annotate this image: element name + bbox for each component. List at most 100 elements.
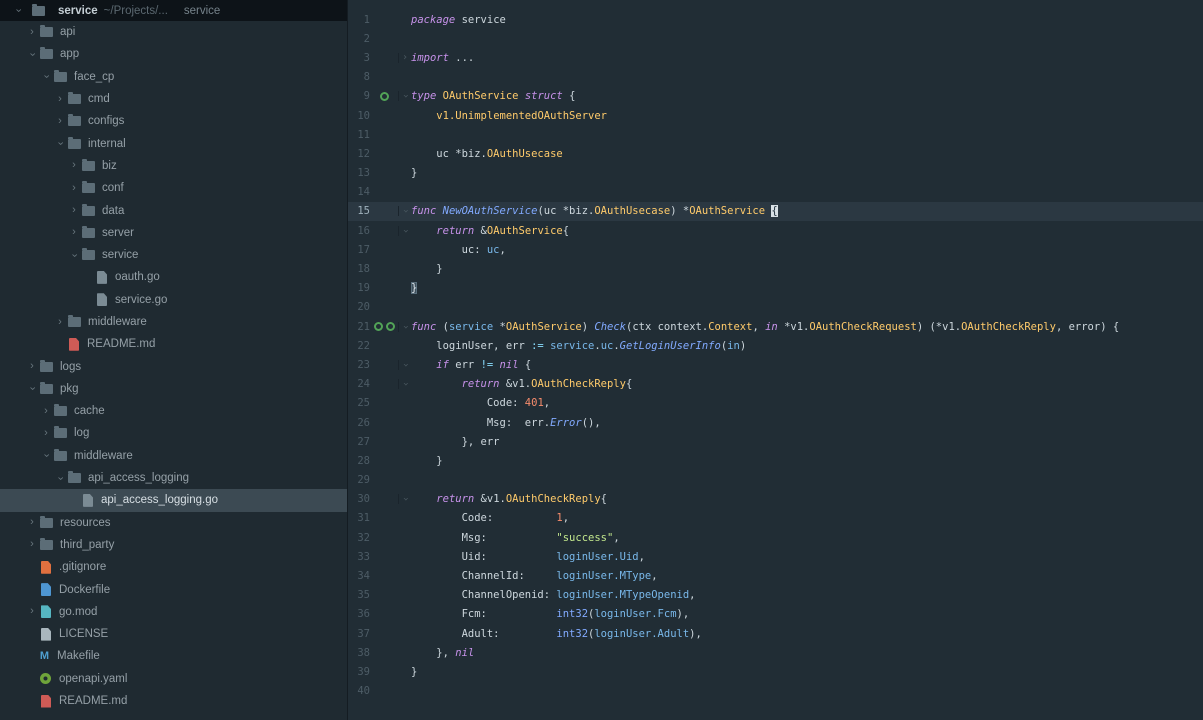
- line-number[interactable]: 3: [348, 52, 370, 64]
- fold-toggle-icon[interactable]: ›: [398, 379, 411, 389]
- line-number[interactable]: 15: [348, 205, 370, 217]
- tree-item-readme-md[interactable]: README.md: [0, 690, 347, 712]
- line-number[interactable]: 20: [348, 301, 370, 313]
- tree-item-middleware[interactable]: middleware: [0, 445, 347, 467]
- code-line-35[interactable]: 35 ChannelOpenid: loginUser.MTypeOpenid,: [348, 586, 1203, 605]
- chevron-right-icon[interactable]: [68, 205, 80, 216]
- chevron-down-icon[interactable]: [26, 49, 38, 60]
- tree-item-dockerfile[interactable]: Dockerfile: [0, 578, 347, 600]
- code-line-20[interactable]: 20: [348, 298, 1203, 317]
- code-line-15[interactable]: 15›func NewOAuthService(uc *biz.OAuthUse…: [348, 202, 1203, 221]
- code-line-22[interactable]: 22 loginUser, err := service.uc.GetLogin…: [348, 336, 1203, 355]
- tree-item-api-access-logging-go[interactable]: api_access_logging.go: [0, 489, 347, 511]
- code-line-38[interactable]: 38 }, nil: [348, 643, 1203, 662]
- code-line-40[interactable]: 40: [348, 682, 1203, 701]
- line-number[interactable]: 30: [348, 493, 370, 505]
- tree-item-logs[interactable]: logs: [0, 355, 347, 377]
- tree-item-configs[interactable]: configs: [0, 110, 347, 132]
- tree-item--gitignore[interactable]: .gitignore: [0, 556, 347, 578]
- tree-item-makefile[interactable]: MMakefile: [0, 645, 347, 667]
- chevron-right-icon[interactable]: [68, 160, 80, 171]
- chevron-down-icon[interactable]: [40, 450, 52, 461]
- line-number[interactable]: 32: [348, 532, 370, 544]
- line-number[interactable]: 25: [348, 397, 370, 409]
- chevron-down-icon[interactable]: [26, 383, 38, 394]
- tree-item-server[interactable]: server: [0, 222, 347, 244]
- tree-item-face-cp[interactable]: face_cp: [0, 66, 347, 88]
- code-line-18[interactable]: 18 }: [348, 259, 1203, 278]
- line-number[interactable]: 27: [348, 436, 370, 448]
- tree-item-resources[interactable]: resources: [0, 512, 347, 534]
- line-number[interactable]: 16: [348, 225, 370, 237]
- line-number[interactable]: 28: [348, 455, 370, 467]
- chevron-right-icon[interactable]: [26, 517, 38, 528]
- line-number[interactable]: 35: [348, 589, 370, 601]
- code-line-24[interactable]: 24› return &v1.OAuthCheckReply{: [348, 375, 1203, 394]
- code-line-11[interactable]: 11: [348, 125, 1203, 144]
- code-line-30[interactable]: 30› return &v1.OAuthCheckReply{: [348, 490, 1203, 509]
- tree-item-service-go[interactable]: service.go: [0, 289, 347, 311]
- line-number[interactable]: 21: [348, 321, 370, 333]
- code-line-9[interactable]: 9›type OAuthService struct {: [348, 87, 1203, 106]
- line-number[interactable]: 31: [348, 512, 370, 524]
- chevron-right-icon[interactable]: [68, 227, 80, 238]
- tree-item-log[interactable]: log: [0, 422, 347, 444]
- code-line-16[interactable]: 16› return &OAuthService{: [348, 221, 1203, 240]
- code-line-8[interactable]: 8: [348, 68, 1203, 87]
- tree-item-license[interactable]: LICENSE: [0, 623, 347, 645]
- line-number[interactable]: 11: [348, 129, 370, 141]
- line-number[interactable]: 36: [348, 608, 370, 620]
- line-number[interactable]: 23: [348, 359, 370, 371]
- line-number[interactable]: 9: [348, 90, 370, 102]
- fold-toggle-icon[interactable]: ›: [398, 494, 411, 504]
- line-number[interactable]: 1: [348, 14, 370, 26]
- chevron-right-icon[interactable]: [26, 606, 38, 617]
- tree-item-api-access-logging[interactable]: api_access_logging: [0, 467, 347, 489]
- tree-item-openapi-yaml[interactable]: openapi.yaml: [0, 668, 347, 690]
- fold-toggle-icon[interactable]: ›: [398, 226, 411, 236]
- line-number[interactable]: 34: [348, 570, 370, 582]
- code-line-25[interactable]: 25 Code: 401,: [348, 394, 1203, 413]
- tree-item-oauth-go[interactable]: oauth.go: [0, 266, 347, 288]
- code-line-13[interactable]: 13}: [348, 164, 1203, 183]
- line-number[interactable]: 14: [348, 186, 370, 198]
- code-line-21[interactable]: 21›func (service *OAuthService) Check(ct…: [348, 317, 1203, 336]
- line-number[interactable]: 37: [348, 628, 370, 640]
- implements-gutter-icons[interactable]: [370, 92, 398, 101]
- tree-item-readme-md[interactable]: README.md: [0, 333, 347, 355]
- code-line-36[interactable]: 36 Fcm: int32(loginUser.Fcm),: [348, 605, 1203, 624]
- code-line-19[interactable]: 19}: [348, 279, 1203, 298]
- tree-item-data[interactable]: data: [0, 199, 347, 221]
- line-number[interactable]: 26: [348, 417, 370, 429]
- code-line-39[interactable]: 39}: [348, 662, 1203, 681]
- chevron-down-icon[interactable]: [68, 250, 80, 261]
- line-number[interactable]: 22: [348, 340, 370, 352]
- line-number[interactable]: 13: [348, 167, 370, 179]
- chevron-right-icon[interactable]: [26, 27, 38, 38]
- line-number[interactable]: 38: [348, 647, 370, 659]
- project-root-row[interactable]: service ~/Projects/... service: [0, 0, 347, 21]
- tree-item-biz[interactable]: biz: [0, 155, 347, 177]
- tree-item-middleware[interactable]: middleware: [0, 311, 347, 333]
- chevron-right-icon[interactable]: [68, 183, 80, 194]
- tree-item-api[interactable]: api: [0, 21, 347, 43]
- code-line-26[interactable]: 26 Msg: err.Error(),: [348, 413, 1203, 432]
- line-number[interactable]: 18: [348, 263, 370, 275]
- fold-toggle-icon[interactable]: ›: [398, 322, 411, 332]
- line-number[interactable]: 33: [348, 551, 370, 563]
- line-number[interactable]: 12: [348, 148, 370, 160]
- tree-item-third-party[interactable]: third_party: [0, 534, 347, 556]
- line-number[interactable]: 10: [348, 110, 370, 122]
- code-line-3[interactable]: 3›import ...: [348, 48, 1203, 67]
- tree-item-cmd[interactable]: cmd: [0, 88, 347, 110]
- line-number[interactable]: 24: [348, 378, 370, 390]
- implements-gutter-icon[interactable]: [386, 322, 395, 331]
- fold-toggle-icon[interactable]: ›: [398, 53, 411, 63]
- fold-toggle-icon[interactable]: ›: [398, 360, 411, 370]
- code-line-34[interactable]: 34 ChannelId: loginUser.MType,: [348, 566, 1203, 585]
- fold-toggle-icon[interactable]: ›: [398, 91, 411, 101]
- code-line-1[interactable]: 1package service: [348, 10, 1203, 29]
- code-line-14[interactable]: 14: [348, 183, 1203, 202]
- implements-gutter-icon[interactable]: [380, 92, 389, 101]
- code-line-32[interactable]: 32 Msg: "success",: [348, 528, 1203, 547]
